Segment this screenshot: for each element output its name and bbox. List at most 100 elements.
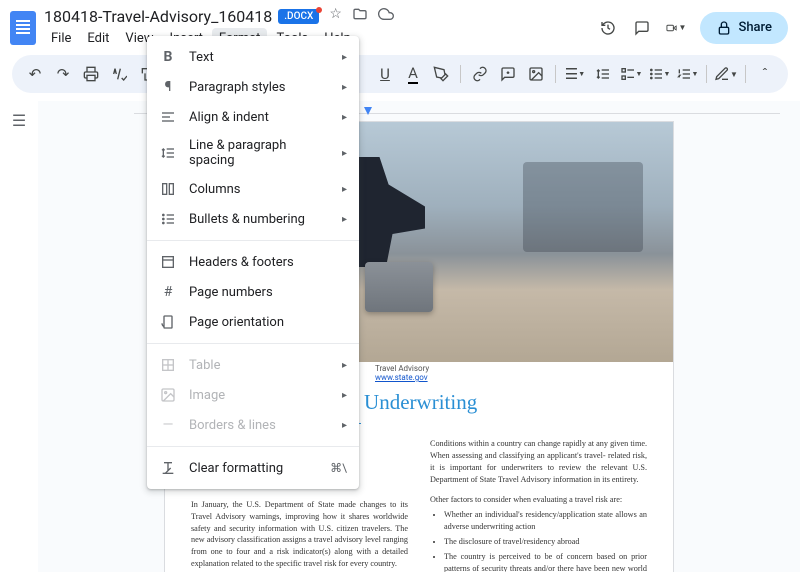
menu-item-paragraph-styles[interactable]: ¶Paragraph styles▸ <box>147 72 359 102</box>
line-spacing-icon <box>159 144 177 162</box>
headers-icon <box>159 253 177 271</box>
undo-icon[interactable]: ↶ <box>22 61 48 87</box>
outline-toggle-icon[interactable]: ☰ <box>12 111 26 572</box>
table-icon <box>159 356 177 374</box>
insert-image-icon[interactable] <box>523 61 549 87</box>
list-item[interactable]: The disclosure of travel/residency abroa… <box>444 536 647 548</box>
column-right[interactable]: Conditions within a country can change r… <box>430 438 647 572</box>
menu-item-label: Borders & lines <box>189 418 330 433</box>
menu-item-label: Text <box>189 50 330 65</box>
menu-file[interactable]: File <box>44 28 78 49</box>
submenu-arrow-icon: ▸ <box>342 148 347 159</box>
orientation-icon <box>159 313 177 331</box>
image-briefcase <box>365 262 433 312</box>
separator <box>555 65 556 83</box>
submenu-arrow-icon: ▸ <box>342 214 347 225</box>
shortcut-label: ⌘\ <box>330 461 347 475</box>
borders-icon: — <box>159 416 177 434</box>
print-icon[interactable] <box>78 61 104 87</box>
docx-badge[interactable]: .DOCX <box>278 9 319 24</box>
menu-item-align-indent[interactable]: Align & indent▸ <box>147 102 359 132</box>
toolbar: ↶ ↷ 100% ▼ B I U A ☰▼ ▼ ▼ ▼ ▼ ˆ <box>12 55 788 93</box>
editing-mode-icon[interactable]: ▼ <box>713 61 739 87</box>
menu-item-line-paragraph-spacing[interactable]: Line & paragraph spacing ▸ <box>147 132 359 174</box>
numbered-list-icon[interactable]: ▼ <box>674 61 700 87</box>
share-button[interactable]: Share <box>700 12 788 44</box>
menu-separator <box>147 446 359 447</box>
submenu-arrow-icon: ▸ <box>342 360 347 371</box>
line-spacing-icon[interactable] <box>590 61 616 87</box>
submenu-arrow-icon: ▸ <box>342 82 347 93</box>
separator <box>460 65 461 83</box>
menu-item-label: Align & indent <box>189 110 330 125</box>
link-icon[interactable] <box>467 61 493 87</box>
cloud-status-icon[interactable] <box>378 6 394 26</box>
menu-item-label: Line & paragraph spacing <box>189 138 330 168</box>
align-icon[interactable]: ☰▼ <box>562 61 588 87</box>
comments-icon[interactable] <box>632 18 652 38</box>
caption-link[interactable]: www.state.gov <box>375 373 428 382</box>
submenu-arrow-icon: ▸ <box>342 420 347 431</box>
collapse-toolbar-icon[interactable]: ˆ <box>752 61 778 87</box>
menu-item-label: Paragraph styles <box>189 80 330 95</box>
menu-item-label: Page orientation <box>189 315 347 330</box>
separator <box>706 65 707 83</box>
menu-item-headers-footers[interactable]: Headers & footers <box>147 247 359 277</box>
menu-separator <box>147 240 359 241</box>
menu-item-label: Table <box>189 358 330 373</box>
menu-item-columns[interactable]: Columns ▸ <box>147 174 359 204</box>
align-icon <box>159 108 177 126</box>
menu-item-table: Table ▸ <box>147 350 359 380</box>
bullets-icon <box>159 210 177 228</box>
image-seat-right <box>523 162 643 252</box>
redo-icon[interactable]: ↷ <box>50 61 76 87</box>
share-label: Share <box>738 20 772 35</box>
bulleted-list-icon[interactable]: ▼ <box>646 61 672 87</box>
underline-icon[interactable]: U <box>372 61 398 87</box>
move-folder-icon[interactable] <box>352 6 368 26</box>
document-title[interactable]: 180418-Travel-Advisory_160418 <box>44 7 272 26</box>
menu-item-page-numbers[interactable]: # Page numbers <box>147 277 359 307</box>
menu-item-clear-formatting[interactable]: Clear formatting ⌘\ <box>147 453 359 483</box>
menu-edit[interactable]: Edit <box>80 28 116 49</box>
format-menu-dropdown: BText▸¶Paragraph styles▸Align & indent▸L… <box>147 36 359 489</box>
bold-icon: B <box>159 48 177 66</box>
document-title-row: 180418-Travel-Advisory_160418 .DOCX ☆ <box>44 6 590 26</box>
image-icon <box>159 386 177 404</box>
menu-item-label: Clear formatting <box>189 461 318 476</box>
menu-item-label: Bullets & numbering <box>189 212 330 227</box>
main-area: ☰ Travel Advisory www.state.gov Travel R… <box>0 101 800 572</box>
star-icon[interactable]: ☆ <box>329 6 342 26</box>
docs-logo-icon[interactable] <box>10 11 36 45</box>
comment-icon[interactable] <box>495 61 521 87</box>
menu-item-page-orientation[interactable]: Page orientation <box>147 307 359 337</box>
outline-panel: ☰ <box>0 101 38 572</box>
history-icon[interactable] <box>598 18 618 38</box>
list-item[interactable]: Whether an individual's residency/applic… <box>444 509 647 533</box>
menu-item-label: Image <box>189 388 330 403</box>
submenu-arrow-icon: ▸ <box>342 184 347 195</box>
indent-marker-icon[interactable] <box>364 107 372 115</box>
submenu-arrow-icon: ▸ <box>342 52 347 63</box>
paragraph[interactable]: In January, the U.S. Department of State… <box>191 499 408 570</box>
columns-icon <box>159 180 177 198</box>
text-color-icon[interactable]: A <box>400 61 426 87</box>
menu-item-label: Page numbers <box>189 285 347 300</box>
menu-separator <box>147 343 359 344</box>
paragraph[interactable]: Conditions within a country can change r… <box>430 438 647 486</box>
list-item[interactable]: The country is perceived to be of concer… <box>444 551 647 572</box>
spellcheck-icon[interactable] <box>106 61 132 87</box>
menu-item-label: Columns <box>189 182 330 197</box>
checklist-icon[interactable]: ▼ <box>618 61 644 87</box>
menu-item-borders-lines: — Borders & lines ▸ <box>147 410 359 440</box>
menu-item-text[interactable]: B Text ▸ <box>147 42 359 72</box>
meet-icon[interactable]: ▼ <box>666 18 686 38</box>
paragraph[interactable]: Other factors to consider when evaluatin… <box>430 494 647 506</box>
header-right: ▼ Share <box>598 12 788 44</box>
submenu-arrow-icon: ▸ <box>342 390 347 401</box>
highlight-icon[interactable] <box>428 61 454 87</box>
menu-item-label: Headers & footers <box>189 255 347 270</box>
menu-item-bullets-numbering[interactable]: Bullets & numbering ▸ <box>147 204 359 234</box>
page-numbers-icon: # <box>159 283 177 301</box>
app-header: 180418-Travel-Advisory_160418 .DOCX ☆ Fi… <box>0 0 800 51</box>
